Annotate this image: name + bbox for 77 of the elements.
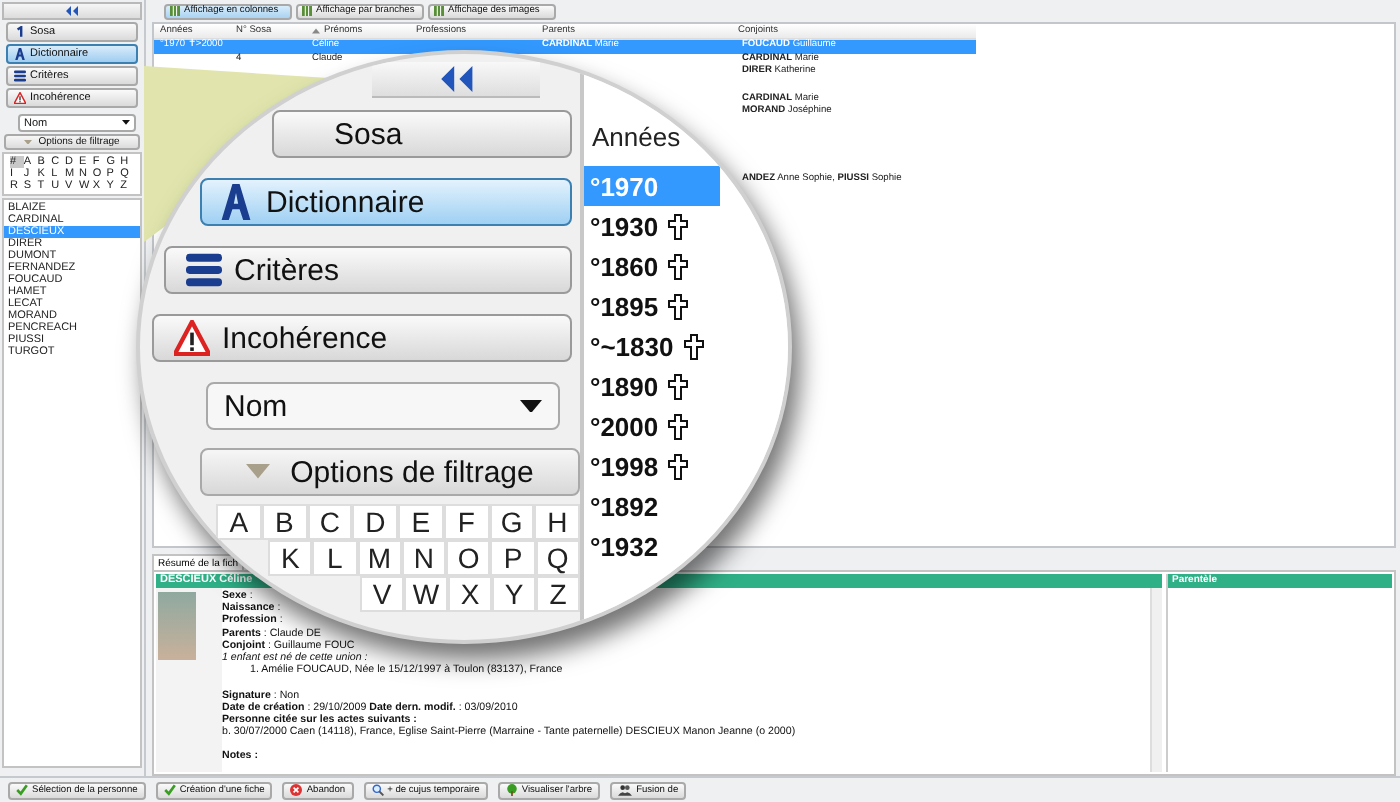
cross-icon <box>668 253 689 279</box>
warning-icon <box>174 320 210 356</box>
year-row[interactable]: °1890 <box>584 366 720 406</box>
letter-a-icon <box>218 184 254 220</box>
cross-icon <box>668 413 689 439</box>
cross-icon <box>683 333 704 359</box>
column-header[interactable]: Années <box>584 122 704 166</box>
year-text: °1970 <box>590 171 659 201</box>
year-text: °1890 <box>590 371 659 401</box>
year-row[interactable]: °1860 <box>584 246 720 286</box>
grid-icon <box>434 6 444 16</box>
letter-button[interactable]: Z <box>536 576 580 612</box>
letter-button[interactable]: X <box>448 576 492 612</box>
collapse-icon[interactable] <box>64 6 80 16</box>
nav-button[interactable]: Critères <box>164 246 572 294</box>
letter-button[interactable]: N <box>401 540 447 576</box>
year-row[interactable]: °1998 <box>584 446 720 486</box>
dropdown-caret-icon <box>122 120 130 126</box>
letter-button[interactable]: E <box>398 504 444 540</box>
nav-button[interactable]: Sosa <box>272 110 572 158</box>
letter-button[interactable]: K <box>268 540 313 576</box>
nav-button[interactable]: Incohérence <box>152 314 572 362</box>
sort-select[interactable]: Nom <box>206 382 560 430</box>
tree-icon <box>505 784 518 796</box>
year-text: °1932 <box>590 531 659 561</box>
letter-button[interactable]: B <box>261 504 307 540</box>
letter-button[interactable]: V <box>360 576 404 612</box>
letter-button[interactable]: O <box>446 540 491 576</box>
year-row[interactable]: °2000 <box>584 406 720 446</box>
cross-icon <box>668 293 689 319</box>
letter-button[interactable]: Q <box>535 540 580 576</box>
check-icon <box>16 784 28 796</box>
letter-button[interactable]: M <box>357 540 402 576</box>
cross-icon <box>668 453 689 479</box>
letter-button[interactable]: D <box>352 504 398 540</box>
letter-button[interactable]: Y <box>492 576 536 612</box>
warning-icon <box>14 92 26 104</box>
letter-button[interactable]: C <box>307 504 353 540</box>
letter-button[interactable]: H <box>534 504 580 540</box>
people-icon <box>618 784 633 796</box>
year-text: °~1830 <box>590 331 674 361</box>
stacked-lines-icon <box>186 252 222 288</box>
year-text: °1998 <box>590 451 659 481</box>
scrollbar[interactable] <box>1150 588 1162 772</box>
search-icon <box>371 784 384 796</box>
grid-icon <box>170 6 180 16</box>
letter-button[interactable]: A <box>216 504 262 540</box>
cross-icon <box>668 373 689 399</box>
year-text: °1895 <box>590 291 659 321</box>
dropdown-caret-icon <box>520 399 542 413</box>
expand-triangle-icon <box>246 464 271 480</box>
cross-icon <box>668 213 689 239</box>
number-one-icon <box>14 26 26 38</box>
year-row[interactable]: °1932 <box>584 526 720 566</box>
year-text: °1930 <box>590 211 659 241</box>
letter-button[interactable]: W <box>404 576 448 612</box>
year-text: °1860 <box>590 251 659 281</box>
letter-button[interactable]: L <box>312 540 358 576</box>
nav-button[interactable]: Dictionnaire <box>200 178 572 226</box>
letter-button[interactable]: G <box>489 504 535 540</box>
stacked-lines-icon <box>14 70 26 82</box>
cancel-icon <box>290 784 303 796</box>
year-row[interactable]: °1892 <box>584 486 720 526</box>
year-row[interactable]: °1895 <box>584 286 720 326</box>
expand-triangle-icon <box>24 139 33 145</box>
letter-button[interactable]: P <box>490 540 536 576</box>
check-icon <box>163 784 176 796</box>
collapse-bar[interactable] <box>372 62 540 98</box>
filter-options-button[interactable]: Options de filtrage <box>200 448 580 496</box>
year-row[interactable]: °~1830 <box>584 326 720 366</box>
letter-button[interactable]: F <box>443 504 489 540</box>
year-row[interactable]: °1930 <box>584 206 720 246</box>
grid-icon <box>302 6 312 16</box>
photo-placeholder <box>158 592 196 660</box>
letter-a-icon <box>14 48 26 60</box>
year-text: °1892 <box>590 491 659 521</box>
year-text: °2000 <box>590 411 659 441</box>
